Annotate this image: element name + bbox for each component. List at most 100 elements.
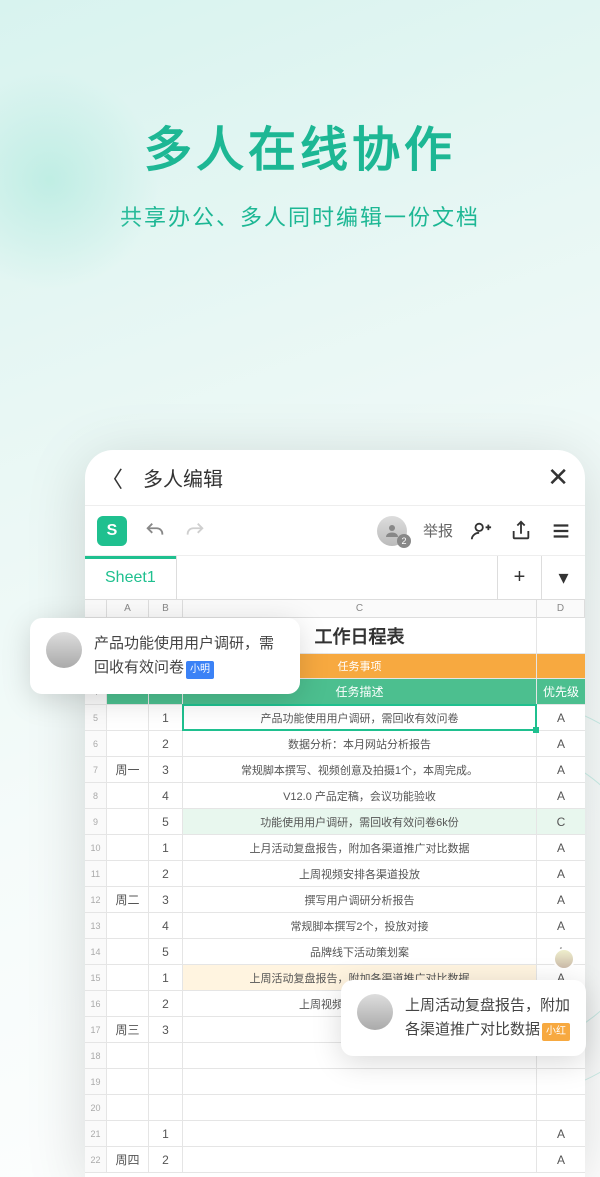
undo-icon[interactable] xyxy=(143,519,167,543)
header-cell[interactable]: 优先级 xyxy=(537,679,585,704)
sheet-dropdown-icon[interactable]: ▾ xyxy=(541,556,585,599)
cell[interactable]: 3 xyxy=(149,1017,183,1042)
cell[interactable]: 1 xyxy=(149,1121,183,1146)
row-number[interactable]: 21 xyxy=(85,1121,107,1146)
cell[interactable] xyxy=(107,783,149,808)
cell[interactable] xyxy=(537,654,585,678)
row-number[interactable]: 20 xyxy=(85,1095,107,1120)
cell[interactable]: 3 xyxy=(149,757,183,782)
row-number[interactable]: 14 xyxy=(85,939,107,964)
row-number[interactable]: 8 xyxy=(85,783,107,808)
row-number[interactable]: 12 xyxy=(85,887,107,912)
col-header[interactable]: D xyxy=(537,600,585,617)
row-number[interactable]: 13 xyxy=(85,913,107,938)
cell[interactable]: C xyxy=(537,809,585,834)
back-icon[interactable]: 〈 xyxy=(101,462,123,494)
cell[interactable]: A xyxy=(537,835,585,860)
cell[interactable]: 周一 xyxy=(107,757,149,782)
cell[interactable]: 常规脚本撰写、视频创意及拍摄1个，本周完成。 xyxy=(183,757,537,782)
cell[interactable]: 3 xyxy=(149,887,183,912)
row-number[interactable]: 18 xyxy=(85,1043,107,1068)
cell[interactable]: 撰写用户调研分析报告 xyxy=(183,887,537,912)
cell[interactable] xyxy=(183,1095,537,1120)
cell[interactable]: 周三 xyxy=(107,1017,149,1042)
cell[interactable]: 功能使用用户调研，需回收有效问卷6k份 xyxy=(183,809,537,834)
close-icon[interactable]: ✕ xyxy=(547,462,569,493)
cell[interactable]: 产品功能使用用户调研，需回收有效问卷 xyxy=(183,705,537,730)
cell[interactable] xyxy=(107,1121,149,1146)
cell[interactable]: 5 xyxy=(149,809,183,834)
row-number[interactable]: 5 xyxy=(85,705,107,730)
cell[interactable]: 1 xyxy=(149,965,183,990)
cell[interactable] xyxy=(107,809,149,834)
cell[interactable]: 5 xyxy=(149,939,183,964)
row-number[interactable]: 6 xyxy=(85,731,107,756)
cell[interactable] xyxy=(107,1043,149,1068)
cell[interactable]: 4 xyxy=(149,913,183,938)
cell[interactable] xyxy=(149,1095,183,1120)
select-all-corner[interactable] xyxy=(85,600,107,617)
redo-icon[interactable] xyxy=(183,519,207,543)
cell[interactable] xyxy=(107,835,149,860)
cell[interactable] xyxy=(107,861,149,886)
cell[interactable]: A xyxy=(537,1121,585,1146)
cell[interactable]: 上月活动复盘报告，附加各渠道推广对比数据 xyxy=(183,835,537,860)
cell[interactable] xyxy=(149,1069,183,1094)
cell[interactable] xyxy=(149,1043,183,1068)
cell[interactable]: 上周视频安排各渠道投放 xyxy=(183,861,537,886)
cell[interactable]: A xyxy=(537,887,585,912)
cell[interactable]: A xyxy=(537,757,585,782)
row-number[interactable]: 16 xyxy=(85,991,107,1016)
cell[interactable]: A xyxy=(537,705,585,730)
row-number[interactable]: 15 xyxy=(85,965,107,990)
col-header[interactable]: C xyxy=(183,600,537,617)
cell[interactable]: A xyxy=(537,731,585,756)
cell[interactable]: 品牌线下活动策划案 xyxy=(183,939,537,964)
col-header[interactable]: B xyxy=(149,600,183,617)
cell[interactable] xyxy=(183,1069,537,1094)
share-icon[interactable] xyxy=(509,519,533,543)
cell[interactable] xyxy=(107,965,149,990)
cell[interactable]: A xyxy=(537,783,585,808)
row-number[interactable]: 11 xyxy=(85,861,107,886)
cell[interactable] xyxy=(183,1121,537,1146)
cell[interactable]: 4 xyxy=(149,783,183,808)
cell[interactable] xyxy=(107,705,149,730)
cell[interactable]: A xyxy=(537,913,585,938)
cell[interactable] xyxy=(183,1147,537,1172)
menu-icon[interactable] xyxy=(549,519,573,543)
cell[interactable]: A xyxy=(537,861,585,886)
cell[interactable]: 周二 xyxy=(107,887,149,912)
cell[interactable]: 2 xyxy=(149,1147,183,1172)
row-number[interactable]: 19 xyxy=(85,1069,107,1094)
row-number[interactable]: 7 xyxy=(85,757,107,782)
cell[interactable] xyxy=(107,939,149,964)
cell[interactable]: 周四 xyxy=(107,1147,149,1172)
cell[interactable] xyxy=(107,731,149,756)
add-sheet-icon[interactable]: + xyxy=(497,556,541,599)
cell[interactable]: 2 xyxy=(149,861,183,886)
cell[interactable]: 2 xyxy=(149,991,183,1016)
cell[interactable] xyxy=(107,913,149,938)
cell[interactable] xyxy=(537,618,585,653)
add-person-icon[interactable] xyxy=(469,519,493,543)
cell[interactable] xyxy=(537,1095,585,1120)
cell[interactable]: 1 xyxy=(149,705,183,730)
cell[interactable]: 数据分析：本月网站分析报告 xyxy=(183,731,537,756)
cell[interactable]: 常规脚本撰写2个，投放对接 xyxy=(183,913,537,938)
cell[interactable]: A xyxy=(537,1147,585,1172)
row-number[interactable]: 9 xyxy=(85,809,107,834)
cell[interactable] xyxy=(107,991,149,1016)
row-number[interactable]: 22 xyxy=(85,1147,107,1172)
cell[interactable] xyxy=(537,1069,585,1094)
report-button[interactable]: 举报 xyxy=(423,520,453,541)
cell[interactable]: V12.0 产品定稿，会议功能验收 xyxy=(183,783,537,808)
row-number[interactable]: 17 xyxy=(85,1017,107,1042)
cell[interactable] xyxy=(107,1095,149,1120)
row-number[interactable]: 10 xyxy=(85,835,107,860)
col-header[interactable]: A xyxy=(107,600,149,617)
cell[interactable]: 2 xyxy=(149,731,183,756)
sheet-tab[interactable]: Sheet1 xyxy=(85,556,177,599)
cell[interactable] xyxy=(107,1069,149,1094)
cell[interactable]: 1 xyxy=(149,835,183,860)
